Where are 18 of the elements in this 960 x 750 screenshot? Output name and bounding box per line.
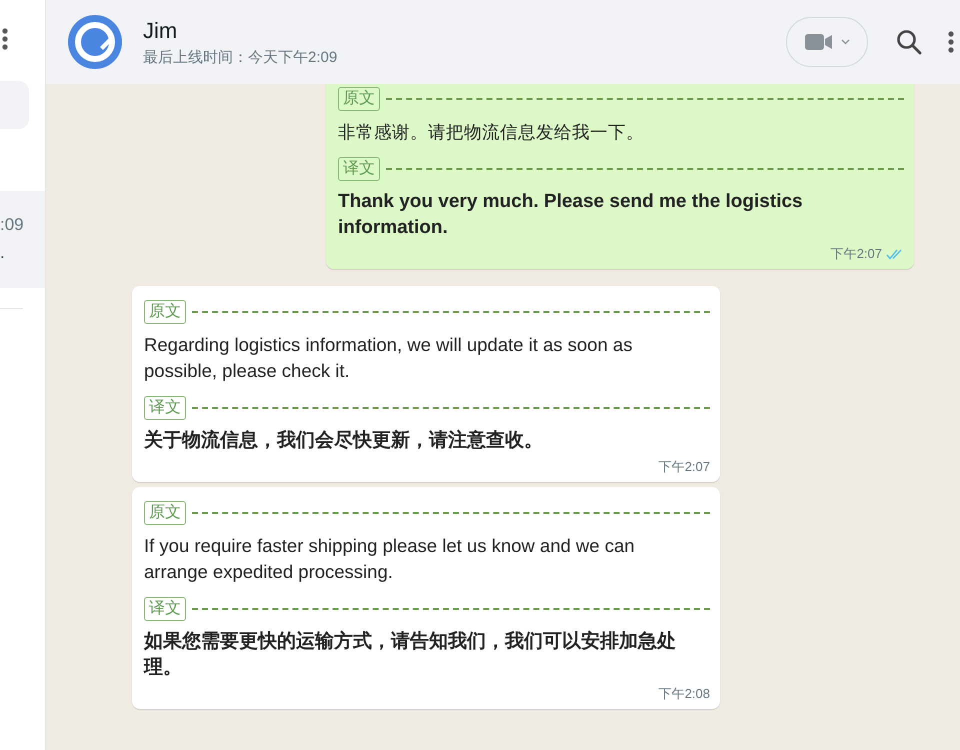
message-time: 下午2:07 xyxy=(830,245,882,263)
chat-item[interactable]: :09 . xyxy=(0,191,45,288)
message-time: 下午2:07 xyxy=(658,458,710,476)
translation-tag: 译文 xyxy=(144,597,186,621)
translated-text: 如果您需要更快的运输方式，请告知我们，我们可以安排加急处理。 xyxy=(144,630,677,680)
translated-text: 关于物流信息，我们会尽快更新，请注意查收。 xyxy=(144,428,544,453)
original-text: Regarding logistics information, we will update it as soon as possible, please check it. xyxy=(144,333,634,383)
original-text: If you require faster shipping please let us know and we can arrange expedited processing. xyxy=(144,534,636,584)
original-tag: 原文 xyxy=(144,501,186,525)
original-text: 非常感谢。请把物流信息发给我一下。 xyxy=(338,121,645,144)
translation-tag: 译文 xyxy=(338,157,380,181)
contact-name: Jim xyxy=(143,18,178,44)
translated-text: Thank you very much. Please send me the logistics information. xyxy=(338,190,804,240)
last-seen-status: 最后上线时间：今天下午2:09 xyxy=(143,48,338,66)
message-time: 下午2:08 xyxy=(658,685,710,703)
translation-tag: 译文 xyxy=(144,396,186,420)
original-tag: 原文 xyxy=(338,87,380,111)
original-tag: 原文 xyxy=(144,300,186,324)
